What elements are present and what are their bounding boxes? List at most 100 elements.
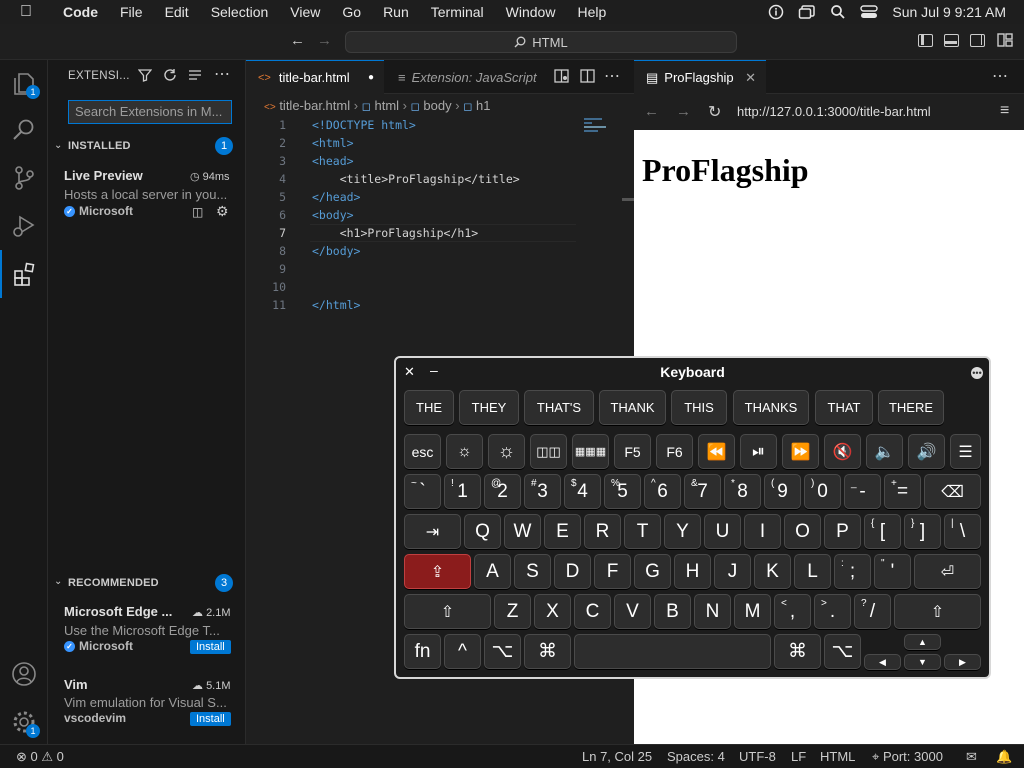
key-o[interactable]: O	[784, 514, 821, 549]
key-1[interactable]: ! 1	[444, 474, 481, 509]
mute-icon[interactable]: 🔇	[824, 434, 861, 469]
activity-extensions[interactable]	[0, 250, 48, 298]
toggle-secondary-sidebar-icon[interactable]	[970, 34, 985, 47]
problems-indicator[interactable]: ⊗ 0 ⚠ 0	[16, 749, 64, 765]
recommended-section-header[interactable]: RECOMMENDED	[68, 577, 159, 589]
key-x[interactable]: X	[534, 594, 571, 629]
activity-search[interactable]	[0, 106, 48, 154]
activity-explorer[interactable]: 1	[0, 60, 48, 108]
arrow-left-icon[interactable]: ◀	[864, 654, 901, 670]
key-h[interactable]: H	[674, 554, 711, 589]
key-l[interactable]: L	[794, 554, 831, 589]
mission-control-icon[interactable]: ◫◫	[530, 434, 567, 469]
caps-lock-key[interactable]: ⇪	[404, 554, 471, 589]
right-option-key[interactable]: ⌥	[824, 634, 861, 669]
menu-view[interactable]: View	[279, 4, 331, 20]
clear-results-icon[interactable]	[188, 68, 202, 85]
return-key[interactable]: ⏎	[914, 554, 981, 589]
esc-key[interactable]: esc	[404, 434, 441, 469]
key-m[interactable]: M	[734, 594, 771, 629]
semicolon-key[interactable]: :;	[834, 554, 871, 589]
code-editor[interactable]: 1 2 3 4 5 6 7 8 9 10 11 <!DOCTYPE html> …	[246, 116, 634, 376]
address-bar[interactable]: http://127.0.0.1:3000/title-bar.html	[737, 104, 931, 119]
key-j[interactable]: J	[714, 554, 751, 589]
quote-key[interactable]: " '	[874, 554, 911, 589]
key-2[interactable]: @2	[484, 474, 521, 509]
suggestion-key[interactable]: THANKS	[733, 390, 809, 425]
menu-edit[interactable]: Edit	[154, 4, 200, 20]
info-icon[interactable]	[768, 4, 784, 20]
suggestion-key[interactable]: THAT	[815, 390, 873, 425]
cursor-position[interactable]: Ln 7, Col 25	[582, 749, 652, 764]
key-6[interactable]: ^ 6	[644, 474, 681, 509]
f6-key[interactable]: F6	[656, 434, 693, 469]
left-option-key[interactable]: ⌥	[484, 634, 521, 669]
toggle-panel-icon[interactable]	[944, 34, 959, 47]
key-n[interactable]: N	[694, 594, 731, 629]
key-e[interactable]: E	[544, 514, 581, 549]
key-4[interactable]: $4	[564, 474, 601, 509]
split-editor-icon[interactable]	[580, 69, 595, 86]
gear-icon[interactable]: ⚙	[216, 203, 229, 220]
key-w[interactable]: W	[504, 514, 541, 549]
customize-layout-icon[interactable]	[997, 33, 1013, 50]
key-3[interactable]: #3	[524, 474, 561, 509]
key-i[interactable]: I	[744, 514, 781, 549]
key-p[interactable]: P	[824, 514, 861, 549]
more-actions-icon[interactable]: ⋯	[214, 64, 230, 84]
key-r[interactable]: R	[584, 514, 621, 549]
menu-go[interactable]: Go	[331, 4, 372, 20]
server-port[interactable]: ⌖ Port: 3000	[872, 749, 943, 765]
tab-key[interactable]: ⇥	[404, 514, 461, 549]
space-key[interactable]	[574, 634, 771, 669]
activity-run-debug[interactable]	[0, 202, 48, 250]
tab-preview[interactable]: ▤ ProFlagship ✕	[634, 60, 766, 94]
launchpad-icon[interactable]: ▦▦▦	[572, 434, 609, 469]
command-center[interactable]: HTML	[345, 31, 737, 53]
suggestion-key[interactable]: THAT'S	[524, 390, 594, 425]
extensions-search-input[interactable]: Search Extensions in M...	[68, 100, 232, 124]
control-center-icon[interactable]	[860, 4, 879, 20]
window-switch-icon[interactable]	[798, 4, 816, 20]
fast-forward-icon[interactable]: ⏩	[782, 434, 819, 469]
extension-item-live-preview[interactable]: Live Preview ◷ 94ms Hosts a local server…	[64, 168, 240, 228]
volume-up-icon[interactable]: 🔊	[908, 434, 945, 469]
key-7[interactable]: & 7	[684, 474, 721, 509]
installed-section-header[interactable]: INSTALLED	[68, 140, 131, 152]
delete-key[interactable]: ⌫	[924, 474, 981, 509]
right-command-key[interactable]: ⌘	[774, 634, 821, 669]
key-b[interactable]: B	[654, 594, 691, 629]
split-icon[interactable]: ◫	[192, 205, 203, 219]
extension-item-edge[interactable]: Microsoft Edge ... ☁ 2.1M Use the Micros…	[64, 604, 240, 662]
key-c[interactable]: C	[574, 594, 611, 629]
forward-arrow-icon[interactable]: →	[317, 32, 332, 49]
key-a[interactable]: A	[474, 554, 511, 589]
indentation[interactable]: Spaces: 4	[667, 749, 725, 764]
key-f[interactable]: F	[594, 554, 631, 589]
suggestion-key[interactable]: THE	[404, 390, 454, 425]
chevron-down-icon[interactable]: ⌄	[54, 576, 62, 587]
comma-key[interactable]: <,	[774, 594, 811, 629]
equals-key[interactable]: + =	[884, 474, 921, 509]
menu-icon[interactable]: ≡	[1000, 102, 1009, 120]
language-mode[interactable]: HTML	[820, 749, 855, 764]
close-icon[interactable]: ✕	[745, 70, 756, 86]
open-preview-icon[interactable]	[554, 69, 569, 86]
key-d[interactable]: D	[554, 554, 591, 589]
suggestion-key[interactable]: THANK	[599, 390, 666, 425]
menu-help[interactable]: Help	[566, 4, 617, 20]
brightness-up-icon[interactable]: ☼	[488, 434, 525, 469]
extension-item-vim[interactable]: Vim ☁ 5.1M Vim emulation for Visual S...…	[64, 677, 240, 735]
activity-accounts[interactable]	[0, 650, 48, 698]
fn-key[interactable]: fn	[404, 634, 441, 669]
right-shift-key[interactable]: ⇧	[894, 594, 981, 629]
toggle-primary-sidebar-icon[interactable]	[918, 34, 933, 47]
key-9[interactable]: (9	[764, 474, 801, 509]
period-key[interactable]: >.	[814, 594, 851, 629]
minimap[interactable]	[584, 116, 612, 136]
end-of-line[interactable]: LF	[791, 749, 806, 764]
arrow-down-icon[interactable]: ▼	[904, 654, 941, 670]
key-v[interactable]: V	[614, 594, 651, 629]
right-bracket-key[interactable]: }]	[904, 514, 941, 549]
suggestion-key[interactable]: THEY	[459, 390, 519, 425]
